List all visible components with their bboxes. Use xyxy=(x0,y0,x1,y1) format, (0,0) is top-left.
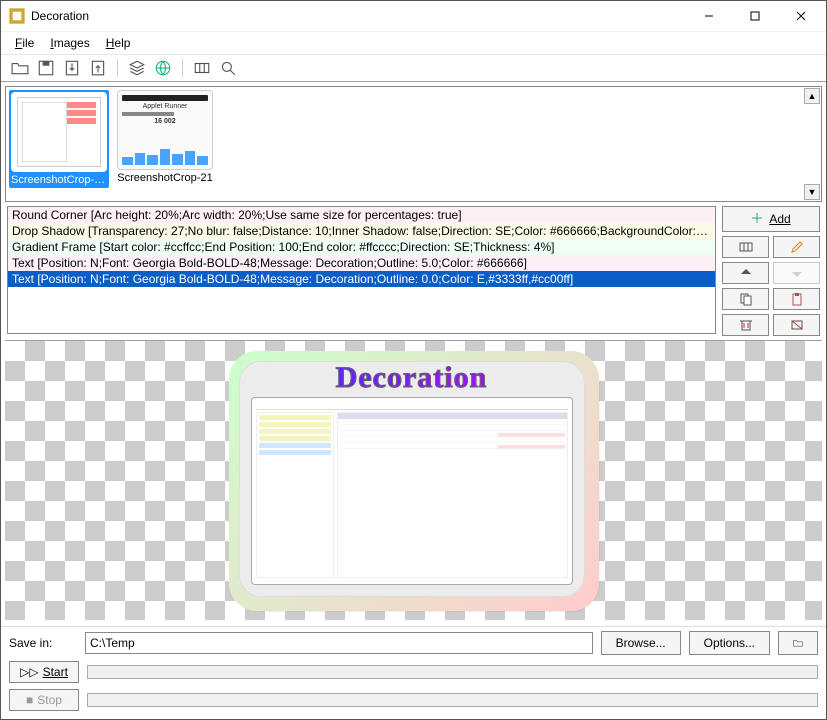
stop-button[interactable]: ■ Stop xyxy=(9,689,79,711)
toolbar-globe-icon[interactable] xyxy=(154,59,172,77)
delete-button[interactable] xyxy=(722,314,769,336)
move-down-button[interactable] xyxy=(773,262,820,284)
maximize-button[interactable] xyxy=(732,1,778,31)
thumb-scroll-down[interactable]: ▼ xyxy=(804,184,820,200)
toolbar-separator xyxy=(117,59,118,77)
effect-row[interactable]: Gradient Frame [Start color: #ccffcc;End… xyxy=(8,239,715,255)
stop-progress-bar xyxy=(87,693,818,707)
menu-images[interactable]: Images xyxy=(42,34,97,52)
save-path-input[interactable] xyxy=(85,632,593,654)
thumbnail-preview xyxy=(11,92,107,172)
toolbar-export-icon[interactable] xyxy=(89,59,107,77)
start-button[interactable]: ▷▷ Start xyxy=(9,661,79,683)
plus-icon xyxy=(751,212,763,227)
browse-button[interactable]: Browse... xyxy=(601,631,681,655)
bottom-panel: Save in: Browse... Options... ▷▷ Start ■… xyxy=(1,626,826,719)
stop-icon: ■ xyxy=(26,693,33,707)
play-icon: ▷▷ xyxy=(20,665,38,679)
inner-screenshot xyxy=(251,397,573,585)
clear-button[interactable] xyxy=(773,314,820,336)
preview-frame: Decoration xyxy=(229,351,599,611)
toolbar-zoom-icon[interactable] xyxy=(219,59,237,77)
titlebar: Decoration xyxy=(1,1,826,31)
toolbar-open-icon[interactable] xyxy=(11,59,29,77)
decoration-title-text: Decoration xyxy=(239,361,585,395)
effect-row[interactable]: Drop Shadow [Transparency: 27;No blur: f… xyxy=(8,223,715,239)
start-progress-bar xyxy=(87,665,818,679)
effect-side-buttons: Add xyxy=(722,206,820,336)
settings-button[interactable] xyxy=(722,236,769,258)
toolbar-import-icon[interactable] xyxy=(63,59,81,77)
toolbar-separator xyxy=(182,59,183,77)
start-row: ▷▷ Start xyxy=(9,661,818,683)
close-button[interactable] xyxy=(778,1,824,31)
toolbar-grid-icon[interactable] xyxy=(193,59,211,77)
thumbnail-caption: ScreenshotCrop-20... xyxy=(11,174,107,186)
rounded-card: Decoration xyxy=(239,361,585,597)
minimize-button[interactable] xyxy=(686,1,732,31)
app-icon xyxy=(9,8,25,24)
toolbar-layers-icon[interactable] xyxy=(128,59,146,77)
edit-button[interactable] xyxy=(773,236,820,258)
paste-button[interactable] xyxy=(773,288,820,310)
add-button[interactable]: Add xyxy=(722,206,820,232)
toolbar-save-icon[interactable] xyxy=(37,59,55,77)
stop-row: ■ Stop xyxy=(9,689,818,711)
thumbnail-item[interactable]: ScreenshotCrop-20... xyxy=(9,90,109,188)
save-row: Save in: Browse... Options... xyxy=(9,631,818,655)
thumb-scroll-up[interactable]: ▲ xyxy=(804,88,820,104)
thumbnail-strip: ScreenshotCrop-20... Applet Runner 16 00… xyxy=(5,86,822,202)
menu-help[interactable]: Help xyxy=(98,34,139,52)
save-in-label: Save in: xyxy=(9,636,77,650)
preview-area: Decoration xyxy=(5,340,822,620)
menubar: File Images Help xyxy=(1,31,826,54)
thumbnail-caption: ScreenshotCrop-21 xyxy=(115,172,215,184)
thumbnail-preview: Applet Runner 16 002 xyxy=(117,90,213,170)
effect-row[interactable]: Text [Position: N;Font: Georgia Bold-BOL… xyxy=(8,255,715,271)
move-up-button[interactable] xyxy=(722,262,769,284)
thumbnail-item[interactable]: Applet Runner 16 002 ScreenshotCrop-21 xyxy=(115,90,215,184)
menu-file[interactable]: File xyxy=(7,34,42,52)
effect-row-selected[interactable]: Text [Position: N;Font: Georgia Bold-BOL… xyxy=(8,271,715,287)
window-title: Decoration xyxy=(31,9,686,23)
copy-button[interactable] xyxy=(722,288,769,310)
effects-list[interactable]: Round Corner [Arc height: 20%;Arc width:… xyxy=(7,206,716,334)
effect-row[interactable]: Round Corner [Arc height: 20%;Arc width:… xyxy=(8,207,715,223)
toolbar xyxy=(1,54,826,82)
options-button[interactable]: Options... xyxy=(689,631,770,655)
open-folder-button[interactable] xyxy=(778,631,818,655)
